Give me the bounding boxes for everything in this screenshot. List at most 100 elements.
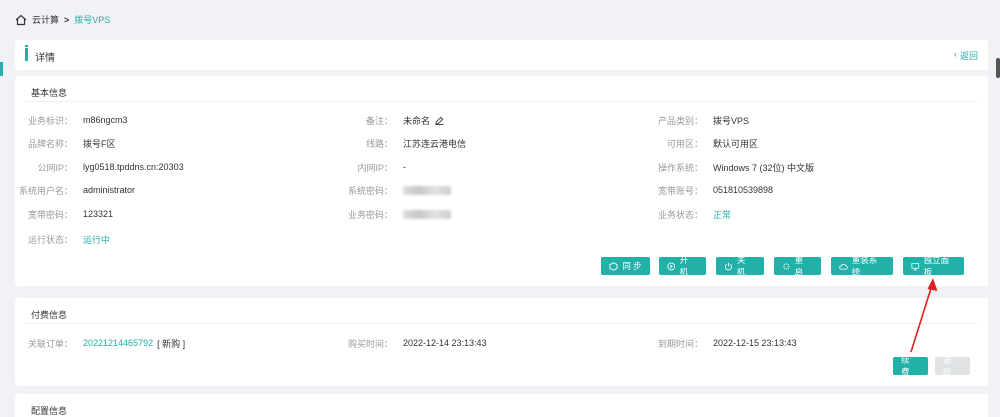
power-off-button[interactable]: 关 机 <box>716 255 764 277</box>
edit-icon[interactable] <box>435 116 444 125</box>
chevron-left-icon: ‹ <box>953 49 957 59</box>
payment-info-card: 付费信息 关联订单： 20221214465792 [ 新购 ] 购买时间： 20… <box>15 298 988 386</box>
home-icon[interactable] <box>15 14 27 26</box>
cloud-icon <box>839 263 848 270</box>
field-sys-password: 系统密码： <box>335 184 451 196</box>
section-title: 配置信息 <box>31 406 68 416</box>
sync-button[interactable]: 同 步 <box>601 257 650 275</box>
field-label: 产品类别： <box>657 115 703 126</box>
field-os: 操作系统： Windows 7 (32位) 中文版 <box>645 161 814 173</box>
power-off-label: 关 机 <box>736 255 746 277</box>
restart-label: 重 启 <box>794 255 804 277</box>
field-value: 拨号F区 <box>83 138 116 149</box>
panel-button[interactable]: 独立面板 <box>903 255 964 277</box>
field-label: 线路： <box>365 138 393 149</box>
power-on-button[interactable]: 开 机 <box>659 255 706 277</box>
info-icon <box>25 45 28 61</box>
section-title: 付费信息 <box>31 310 68 320</box>
sync-label: 同 步 <box>622 261 642 271</box>
field-label: 到期时间： <box>657 338 703 349</box>
left-accent <box>0 62 3 76</box>
field-run-status: 运行状态： 运行中 <box>15 233 110 245</box>
field-line: 线路： 江苏连云港电信 <box>335 137 466 149</box>
breadcrumb-separator: > <box>64 14 70 25</box>
field-label: 可用区： <box>666 138 703 149</box>
back-button[interactable]: ‹ 返回 <box>954 49 978 62</box>
detail-header: 详情 ‹ 返回 <box>15 40 988 70</box>
loading-icon <box>782 262 790 270</box>
divider <box>25 101 978 102</box>
field-value: administrator <box>83 185 136 195</box>
config-info-card: 配置信息 <box>15 394 988 417</box>
field-broadband-account: 宽带账号： 051810539898 <box>645 184 773 196</box>
panel-label: 独立面板 <box>923 255 950 277</box>
reinstall-button[interactable]: 重装系统 <box>831 255 893 277</box>
field-label: 品牌名称： <box>27 138 73 149</box>
renew-button[interactable]: 续 费 <box>893 355 928 377</box>
field-value: 未命名 <box>403 115 431 126</box>
field-value: 051810539898 <box>713 185 774 195</box>
field-zone: 可用区： 默认可用区 <box>645 137 758 149</box>
refund-label: 退 款 <box>943 355 952 377</box>
field-value: 拨号VPS <box>713 115 750 126</box>
field-value: Windows 7 (32位) 中文版 <box>713 162 815 173</box>
field-value: 123321 <box>83 209 114 219</box>
masked-value <box>403 209 451 219</box>
field-value: 2022-12-14 23:13:43 <box>403 338 487 348</box>
field-label: 购买时间： <box>347 338 393 349</box>
field-value: lyg0518.tpddns.cn:20303 <box>83 162 184 172</box>
field-business-password: 业务密码： <box>335 208 451 220</box>
hexagon-icon <box>609 261 618 271</box>
play-circle-icon <box>667 262 676 270</box>
power-icon <box>724 262 732 270</box>
order-tag: [ 新购 ] <box>157 338 186 349</box>
renew-label: 续 费 <box>901 355 910 377</box>
divider <box>25 323 978 324</box>
field-label: 内网IP： <box>357 162 393 173</box>
field-label: 系统密码： <box>347 185 393 196</box>
field-label: 备注： <box>365 115 393 126</box>
field-label: 业务状态： <box>657 209 703 220</box>
field-label: 公网IP： <box>37 162 73 173</box>
field-value: - <box>403 162 406 172</box>
topbar: 云计算 > 拨号VPS <box>0 0 1000 38</box>
field-broadband-password: 宽带密码： 123321 <box>15 208 113 220</box>
field-label: 业务标识： <box>27 115 73 126</box>
field-brand: 品牌名称： 拨号F区 <box>15 137 116 149</box>
refund-button[interactable]: 退 款 <box>935 355 970 377</box>
field-label: 操作系统： <box>657 162 703 173</box>
basic-info-card: 基本信息 业务标识： m86ngcm3 品牌名称： 拨号F区 公网IP： lyg051… <box>15 76 988 286</box>
status-badge: 正常 <box>713 209 732 220</box>
breadcrumb-current: 拨号VPS <box>74 15 111 25</box>
field-label: 业务密码： <box>347 209 393 220</box>
reinstall-label: 重装系统 <box>851 255 878 277</box>
field-label: 关联订单： <box>27 338 73 349</box>
field-label: 宽带账号： <box>657 185 703 196</box>
field-remark: 备注： 未命名 <box>335 114 444 126</box>
field-label: 运行状态： <box>27 234 73 245</box>
field-sys-user: 系统用户名： administrator <box>15 184 135 196</box>
field-value: 江苏连云港电信 <box>403 138 467 149</box>
field-private-ip: 内网IP： - <box>335 161 406 173</box>
field-public-ip: 公网IP： lyg0518.tpddns.cn:20303 <box>15 161 184 173</box>
field-label: 系统用户名： <box>18 185 73 196</box>
order-link[interactable]: 20221214465792 <box>83 338 153 348</box>
restart-button[interactable]: 重 启 <box>774 255 821 277</box>
page-title: 详情 <box>35 53 55 64</box>
back-label: 返回 <box>959 51 978 61</box>
field-label: 宽带密码： <box>27 209 73 220</box>
field-value: m86ngcm3 <box>83 115 128 125</box>
field-expire-time: 到期时间： 2022-12-15 23:13:43 <box>645 337 797 349</box>
breadcrumb: 云计算 > 拨号VPS <box>15 13 110 26</box>
breadcrumb-root[interactable]: 云计算 <box>32 13 59 26</box>
field-value: 默认可用区 <box>713 138 759 149</box>
field-business-id: 业务标识： m86ngcm3 <box>15 114 128 126</box>
field-order: 关联订单： 20221214465792 [ 新购 ] <box>15 337 185 349</box>
status-badge: 运行中 <box>83 234 111 245</box>
scrollbar[interactable] <box>996 58 1000 78</box>
field-buy-time: 购买时间： 2022-12-14 23:13:43 <box>335 337 487 349</box>
section-title: 基本信息 <box>31 88 68 98</box>
field-business-status: 业务状态： 正常 <box>645 208 731 220</box>
power-on-label: 开 机 <box>679 255 689 277</box>
monitor-icon <box>911 262 920 270</box>
